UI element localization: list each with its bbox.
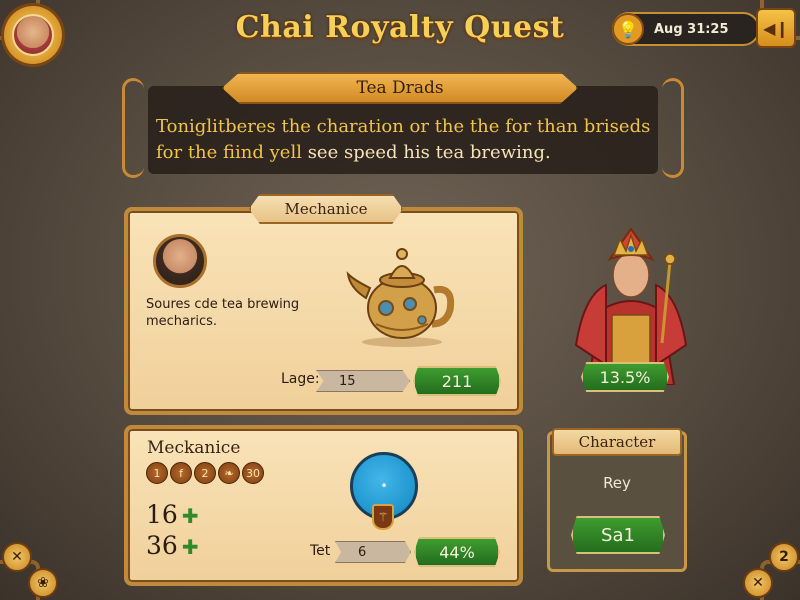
stat-row-1: 16 ✚	[146, 500, 199, 529]
level-badge-button[interactable]: 2	[769, 542, 799, 572]
lage-label: Lage:	[281, 371, 320, 387]
mechanics-green-button[interactable]: 211	[413, 366, 501, 396]
clock-text: Aug 31:25	[654, 21, 729, 37]
coin-icon: ❧	[218, 462, 240, 484]
stat-row-2: 36 ✚	[146, 531, 199, 560]
flower-icon: ❀	[37, 575, 49, 591]
flower-button[interactable]: ❀	[28, 568, 58, 598]
orb-label: •	[380, 479, 388, 493]
mechanics-panel-tab: Mechanice	[249, 194, 403, 224]
stats-green-value: 44%	[439, 542, 475, 562]
player-avatar[interactable]	[4, 6, 62, 64]
banner-text-line1: Toniglitberes the charation or the the f…	[156, 116, 651, 137]
banner-text-highlight: for the fiind yell	[156, 142, 302, 163]
coin-icon: f	[170, 462, 192, 484]
stat-value-1: 16	[146, 500, 178, 529]
coin-icon: 2	[194, 462, 216, 484]
coin-icon: 1	[146, 462, 168, 484]
lage-bar: 15	[316, 370, 410, 392]
clock-display: 💡 Aug 31:25	[612, 12, 760, 46]
queen-percent-button[interactable]: 13.5%	[581, 362, 669, 392]
banner-scroll-right	[662, 78, 684, 178]
pause-button[interactable]: ◀❙	[756, 8, 796, 48]
character-value: Sa1	[601, 524, 635, 546]
close-button-right[interactable]: ✕	[743, 568, 773, 598]
stat-value-2: 36	[146, 531, 178, 560]
stats-green-button[interactable]: 44%	[414, 537, 500, 567]
orb-badge-icon: ⚚	[372, 504, 394, 530]
character-value-button[interactable]: Sa1	[571, 516, 665, 554]
lightbulb-icon[interactable]: 💡	[612, 13, 644, 45]
banner-tab: Tea Drads	[222, 72, 578, 104]
plus-icon[interactable]: ✚	[182, 504, 199, 528]
level-number: 2	[779, 549, 789, 565]
mentor-portrait	[153, 234, 207, 288]
close-icon: ✕	[752, 575, 764, 591]
banner-scroll-left	[122, 78, 144, 178]
close-button-left[interactable]: ✕	[2, 542, 32, 572]
coin-icon: 30	[242, 462, 264, 484]
teapot-icon[interactable]	[346, 240, 458, 348]
queen-percent: 13.5%	[599, 367, 651, 387]
coin-row: 1 f 2 ❧ 30	[146, 462, 264, 484]
stats-panel-title: Meckanice	[147, 438, 241, 458]
queen-character	[574, 227, 688, 385]
game-title: Chai Royalty Quest	[235, 10, 565, 45]
banner-text: Toniglitberes the charation or the the f…	[156, 114, 656, 166]
character-name: Rey	[603, 474, 631, 492]
close-icon: ✕	[11, 549, 23, 565]
pause-icon: ◀❙	[763, 18, 789, 38]
plus-icon[interactable]: ✚	[182, 535, 199, 559]
banner-text-rest: see speed his tea brewing.	[301, 142, 551, 163]
tet-value: 6	[358, 544, 367, 560]
tet-label: Tet	[310, 543, 331, 559]
tet-bar: 6	[335, 541, 411, 563]
character-panel-tab: Character	[552, 428, 682, 456]
lage-value: 15	[339, 373, 356, 389]
mechanics-description: Soures cde tea brewing mecharics.	[146, 297, 300, 329]
avatar-face-icon	[12, 14, 54, 56]
mechanics-green-value: 211	[441, 371, 473, 391]
